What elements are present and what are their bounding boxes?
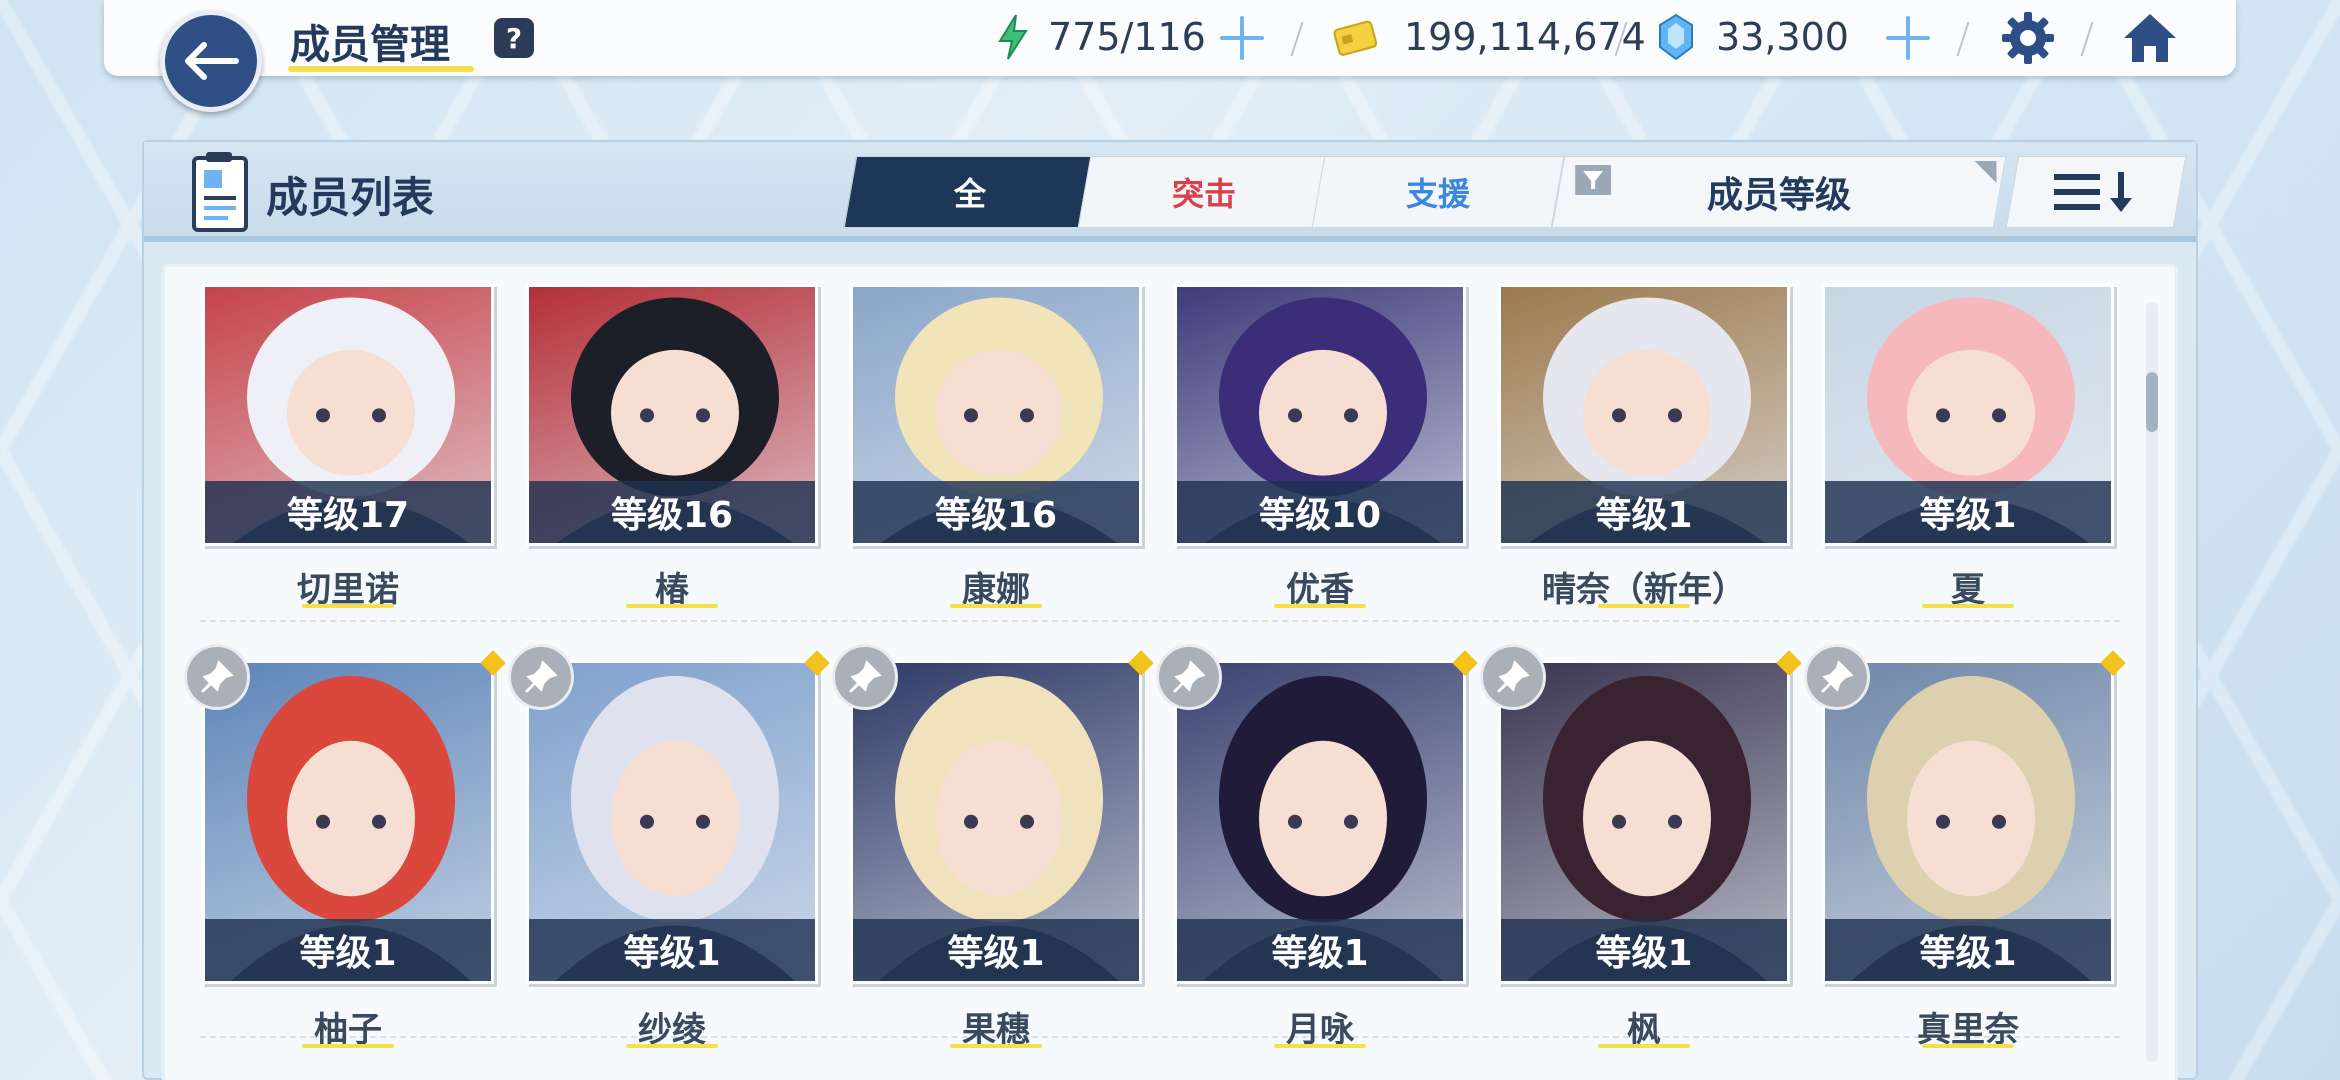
level-label: 等级16 bbox=[529, 481, 815, 543]
member-portrait: 等级10 bbox=[1174, 284, 1466, 546]
lightning-icon bbox=[998, 14, 1028, 60]
member-card[interactable]: 等级1 夏 bbox=[1822, 284, 2114, 612]
member-portrait: 等级1 bbox=[202, 660, 494, 984]
sort-label: 成员等级 bbox=[1706, 175, 1851, 216]
member-card[interactable]: 等级1 枫 bbox=[1480, 644, 1802, 1052]
level-label: 等级1 bbox=[205, 919, 491, 981]
pin-button[interactable] bbox=[508, 644, 574, 710]
pushpin-icon bbox=[849, 660, 882, 693]
tab-label: 全 bbox=[953, 175, 986, 213]
member-card[interactable]: 等级1 晴奈（新年） bbox=[1498, 284, 1790, 612]
member-portrait: 等级17 bbox=[202, 284, 494, 546]
member-card[interactable]: 等级1 月咏 bbox=[1156, 644, 1478, 1052]
member-portrait: 等级1 bbox=[526, 660, 818, 984]
sort-descending-icon bbox=[2054, 172, 2132, 212]
member-portrait: 等级16 bbox=[850, 284, 1142, 546]
name-underline bbox=[1598, 1044, 1690, 1048]
scrollbar[interactable] bbox=[2146, 302, 2158, 1062]
home-button[interactable] bbox=[2120, 8, 2180, 68]
name-underline bbox=[1922, 1044, 2014, 1048]
page-title: 成员管理 bbox=[290, 22, 450, 68]
tab-striker[interactable]: 突击 bbox=[1077, 156, 1331, 228]
gems-display: 33,300 bbox=[1656, 12, 1849, 62]
arrow-left-icon bbox=[185, 42, 239, 80]
roster-icon bbox=[188, 150, 252, 234]
pushpin-icon bbox=[525, 660, 558, 693]
credit-card-icon bbox=[1333, 20, 1378, 56]
credits-value: 199,114,674 bbox=[1404, 15, 1646, 59]
member-card[interactable]: 等级17 切里诺 bbox=[202, 284, 494, 612]
member-card[interactable]: 等级16 椿 bbox=[526, 284, 818, 612]
corner-triangle-icon bbox=[1974, 161, 1997, 183]
member-portrait: 等级16 bbox=[526, 284, 818, 546]
pin-button[interactable] bbox=[1480, 644, 1546, 710]
pushpin-icon bbox=[1821, 660, 1854, 693]
member-portrait: 等级1 bbox=[1822, 284, 2114, 546]
help-button[interactable]: ? bbox=[494, 18, 534, 58]
level-label: 等级1 bbox=[1501, 481, 1787, 543]
level-label: 等级1 bbox=[1501, 919, 1787, 981]
tab-bar: 全 突击 支援 bbox=[843, 156, 1565, 228]
home-icon bbox=[2124, 14, 2176, 62]
level-label: 等级1 bbox=[529, 919, 815, 981]
level-label: 等级1 bbox=[853, 919, 1139, 981]
member-card[interactable]: 等级10 优香 bbox=[1174, 284, 1466, 612]
credits-display: 199,114,674 bbox=[1332, 12, 1646, 62]
name-underline bbox=[1922, 604, 2014, 608]
level-label: 等级1 bbox=[1825, 919, 2111, 981]
member-portrait: 等级1 bbox=[1822, 660, 2114, 984]
name-underline bbox=[302, 1044, 394, 1048]
settings-button[interactable] bbox=[2000, 10, 2056, 66]
pushpin-icon bbox=[1497, 660, 1530, 693]
name-underline bbox=[626, 604, 718, 608]
pin-button[interactable] bbox=[1804, 644, 1870, 710]
gear-icon bbox=[2002, 12, 2054, 64]
name-underline bbox=[302, 604, 394, 608]
level-label: 等级16 bbox=[853, 481, 1139, 543]
scroll-thumb[interactable] bbox=[2146, 372, 2158, 432]
tab-special[interactable]: 支援 bbox=[1311, 156, 1565, 228]
member-card[interactable]: 等级1 柚子 bbox=[184, 644, 506, 1052]
stamina-display: 775/116 bbox=[996, 12, 1206, 62]
add-gems-button[interactable] bbox=[1884, 14, 1932, 62]
sort-dropdown[interactable]: 成员等级 bbox=[1551, 156, 2007, 228]
member-portrait: 等级1 bbox=[850, 660, 1142, 984]
row-divider bbox=[200, 620, 2120, 622]
stamina-value: 775/116 bbox=[1048, 15, 1206, 59]
tab-label: 支援 bbox=[1405, 175, 1470, 213]
sort-order-button[interactable] bbox=[2005, 156, 2187, 228]
member-card[interactable]: 等级1 真里奈 bbox=[1804, 644, 2126, 1052]
pin-button[interactable] bbox=[832, 644, 898, 710]
name-underline bbox=[950, 604, 1042, 608]
name-underline bbox=[1274, 1044, 1366, 1048]
back-button[interactable] bbox=[160, 10, 262, 112]
list-title: 成员列表 bbox=[266, 173, 435, 222]
pin-button[interactable] bbox=[1156, 644, 1222, 710]
gem-icon bbox=[1659, 13, 1693, 61]
member-card[interactable]: 等级1 纱绫 bbox=[508, 644, 830, 1052]
name-underline bbox=[1274, 604, 1366, 608]
tab-label: 突击 bbox=[1171, 175, 1236, 213]
pin-button[interactable] bbox=[184, 644, 250, 710]
title-underline bbox=[288, 66, 474, 72]
name-underline bbox=[1598, 604, 1690, 608]
level-label: 等级1 bbox=[1825, 481, 2111, 543]
gems-value: 33,300 bbox=[1716, 15, 1849, 59]
tab-all[interactable]: 全 bbox=[843, 156, 1097, 228]
member-portrait: 等级1 bbox=[1498, 284, 1790, 546]
member-card[interactable]: 等级1 果穗 bbox=[832, 644, 1154, 1052]
member-portrait: 等级1 bbox=[1174, 660, 1466, 984]
level-label: 等级1 bbox=[1177, 919, 1463, 981]
name-underline bbox=[950, 1044, 1042, 1048]
member-portrait: 等级1 bbox=[1498, 660, 1790, 984]
add-stamina-button[interactable] bbox=[1218, 14, 1266, 62]
filter-icon bbox=[1575, 165, 1612, 195]
pushpin-icon bbox=[201, 660, 234, 693]
name-underline bbox=[626, 1044, 718, 1048]
level-label: 等级17 bbox=[205, 481, 491, 543]
level-label: 等级10 bbox=[1177, 481, 1463, 543]
pushpin-icon bbox=[1173, 660, 1206, 693]
member-card[interactable]: 等级16 康娜 bbox=[850, 284, 1142, 612]
